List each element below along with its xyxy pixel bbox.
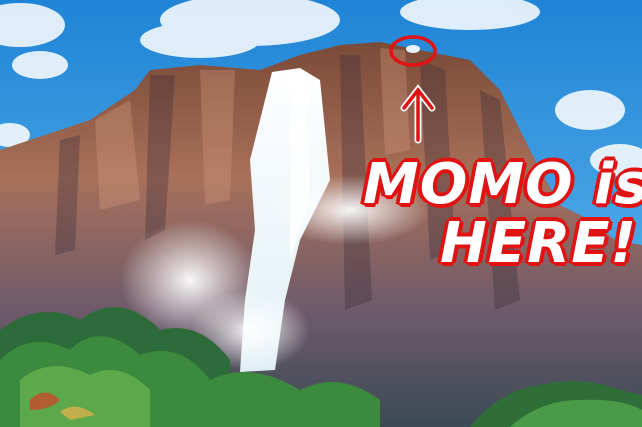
waterfall-photo: MOMO is HERE! <box>0 0 642 427</box>
momo-figure <box>406 45 420 53</box>
caption-line-1: MOMO is <box>363 152 642 217</box>
caption-line-2: HERE! <box>440 211 638 276</box>
